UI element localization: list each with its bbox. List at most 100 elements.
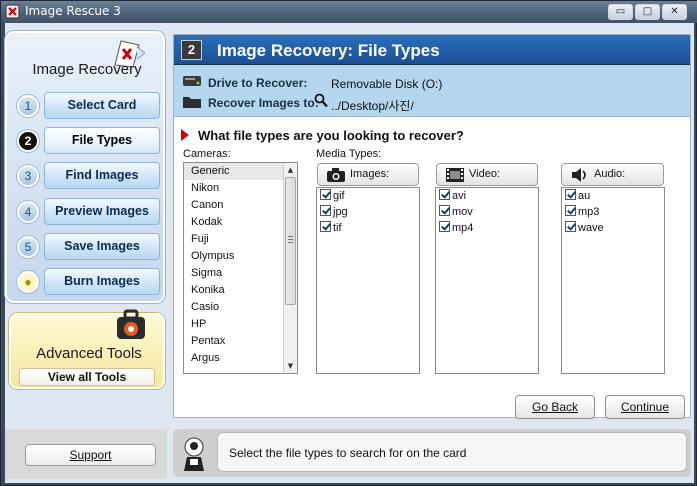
video-list[interactable]: avi mov mp4: [435, 187, 539, 374]
checkbox-checked-icon[interactable]: [439, 189, 450, 200]
camera-item[interactable]: Argus: [184, 350, 297, 367]
file-types-button[interactable]: File Types: [44, 127, 160, 154]
advanced-tools-title: Advanced Tools: [36, 345, 142, 362]
camera-item[interactable]: Fuji: [184, 231, 297, 248]
page-header: 2 Image Recovery: File Types: [174, 35, 690, 65]
video-type-item[interactable]: mov: [436, 204, 538, 220]
scroll-thumb[interactable]: [285, 177, 296, 305]
images-type-label: Images:: [350, 168, 390, 180]
video-type-label: Video:: [469, 168, 500, 180]
status-text: Select the file types to search for on t…: [229, 446, 467, 460]
images-type-item[interactable]: jpg: [317, 204, 419, 220]
step-badge: 2: [181, 40, 202, 60]
camera-item[interactable]: Olympus: [184, 248, 297, 265]
audio-type-button[interactable]: Audio:: [561, 163, 664, 186]
go-back-button[interactable]: Go Back: [515, 395, 595, 419]
continue-button[interactable]: Continue: [605, 395, 685, 419]
camera-item[interactable]: Casio: [184, 299, 297, 316]
speaker-icon: [572, 168, 586, 182]
drive-label: Drive to Recover:: [208, 76, 308, 90]
toolbox-icon: [117, 309, 145, 339]
audio-type-item[interactable]: au: [562, 188, 664, 204]
images-type-item[interactable]: tif: [317, 220, 419, 236]
checkbox-checked-icon[interactable]: [565, 205, 576, 216]
checkbox-checked-icon[interactable]: [320, 189, 331, 200]
close-icon: ✕: [670, 6, 679, 17]
file-type-label: au: [578, 190, 591, 202]
advanced-tools-panel: Advanced Tools View all Tools: [9, 309, 165, 389]
save-images-button[interactable]: Save Images: [44, 233, 160, 260]
audio-list[interactable]: au mp3 wave: [561, 187, 665, 374]
audio-type-item[interactable]: mp3: [562, 204, 664, 220]
images-items: gif jpg tif: [317, 188, 419, 236]
question-text: What file types are you looking to recov…: [198, 128, 464, 143]
preview-images-button[interactable]: Preview Images: [44, 198, 160, 225]
close-button[interactable]: ✕: [662, 4, 687, 20]
checkbox-checked-icon[interactable]: [320, 221, 331, 232]
checkbox-checked-icon[interactable]: [439, 221, 450, 232]
burn-disc-icon: ●: [17, 271, 39, 293]
helper-person-icon: [184, 437, 204, 471]
images-type-button[interactable]: Images:: [317, 163, 419, 186]
camera-item[interactable]: Pentax: [184, 333, 297, 350]
images-list[interactable]: gif jpg tif: [316, 187, 420, 374]
support-button[interactable]: Support: [25, 444, 156, 466]
recover-path[interactable]: ../Desktop/사진/: [331, 97, 414, 114]
audio-type-label: Audio:: [594, 168, 626, 180]
minimize-icon: ▭: [615, 6, 626, 17]
view-all-tools-button[interactable]: View all Tools: [19, 368, 155, 386]
checkbox-checked-icon[interactable]: [439, 205, 450, 216]
checkbox-checked-icon[interactable]: [565, 221, 576, 232]
drive-icon: [183, 76, 201, 86]
step-2-number: 2: [17, 130, 39, 152]
maximize-button[interactable]: □: [635, 4, 660, 20]
file-type-label: gif: [333, 190, 345, 202]
camera-item[interactable]: Generic: [184, 163, 297, 180]
camera-item[interactable]: Canon: [184, 197, 297, 214]
video-type-button[interactable]: Video:: [436, 163, 538, 186]
cameras-scrollbar[interactable]: ▲ ▼: [283, 163, 297, 373]
camera-item[interactable]: HP: [184, 316, 297, 333]
file-type-label: mp3: [578, 206, 600, 218]
scroll-down-icon[interactable]: ▼: [284, 359, 297, 373]
camera-item[interactable]: Nikon: [184, 180, 297, 197]
magnify-icon[interactable]: [314, 93, 328, 108]
file-type-label: tif: [333, 222, 342, 234]
minimize-button[interactable]: ▭: [608, 4, 633, 20]
find-images-button[interactable]: Find Images: [44, 162, 160, 189]
camera-item[interactable]: Sigma: [184, 265, 297, 282]
video-type-item[interactable]: avi: [436, 188, 538, 204]
maximize-icon: □: [642, 6, 653, 17]
checkbox-checked-icon[interactable]: [320, 205, 331, 216]
file-type-label: avi: [452, 190, 467, 202]
cameras-label: Cameras:: [183, 148, 231, 160]
audio-items: au mp3 wave: [562, 188, 664, 236]
panel-title: Image Recovery: [32, 61, 142, 78]
burn-images-button[interactable]: Burn Images: [44, 268, 160, 295]
file-type-label: wave: [578, 222, 604, 234]
images-type-item[interactable]: gif: [317, 188, 419, 204]
title-bar[interactable]: Image Rescue 3 ▭ □ ✕: [1, 1, 697, 23]
status-area: Select the file types to search for on t…: [173, 429, 691, 477]
select-card-button[interactable]: Select Card: [44, 92, 160, 119]
file-type-label: mp4: [452, 222, 474, 234]
file-type-label: jpg: [333, 206, 348, 218]
window-title: Image Rescue 3: [25, 4, 121, 18]
audio-type-item[interactable]: wave: [562, 220, 664, 236]
step-5-number: 5: [17, 236, 39, 258]
camera-item[interactable]: Konika: [184, 282, 297, 299]
question-arrow-icon: [181, 129, 189, 141]
drive-value: Removable Disk (O:): [331, 77, 443, 91]
status-box: Select the file types to search for on t…: [217, 432, 687, 472]
image-recovery-panel: Image Recovery 1 Select Card 2 File Type…: [5, 31, 165, 303]
page-title: Image Recovery: File Types: [217, 41, 440, 60]
checkbox-checked-icon[interactable]: [565, 189, 576, 200]
scroll-up-icon[interactable]: ▲: [284, 163, 297, 177]
video-type-item[interactable]: mp4: [436, 220, 538, 236]
app-window: Image Rescue 3 ▭ □ ✕ Image Recovery 1 Se…: [0, 0, 697, 486]
cameras-list[interactable]: Generic Nikon Canon Kodak Fuji Olympus Sigma Ko…: [183, 162, 298, 374]
cameras-items: Generic Nikon Canon Kodak Fuji Olympus Sigma Ko…: [184, 163, 297, 367]
main-panel: 2 Image Recovery: File Types Drive to Re…: [173, 34, 691, 418]
file-type-label: mov: [452, 206, 473, 218]
camera-item[interactable]: Kodak: [184, 214, 297, 231]
